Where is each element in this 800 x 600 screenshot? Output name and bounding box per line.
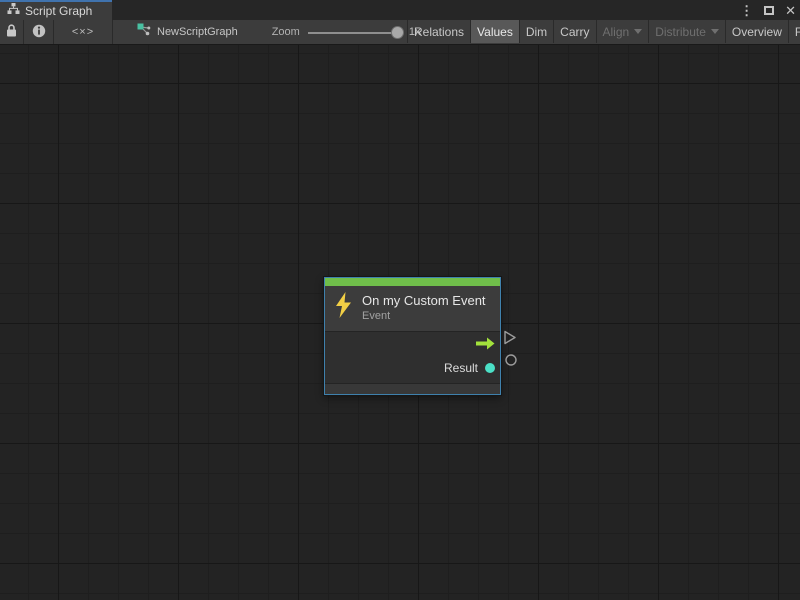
flow-arrow-icon[interactable] — [476, 337, 495, 355]
zoom-slider[interactable] — [308, 20, 404, 45]
tab-script-graph[interactable]: Script Graph — [0, 0, 112, 20]
graph-name-label: NewScriptGraph — [157, 26, 238, 38]
node-body: Result — [325, 331, 500, 383]
window-menu-icon[interactable]: ⋮ — [740, 4, 753, 17]
title-bar: Script Graph ⋮ ✕ — [0, 0, 800, 20]
dropdown-caret-icon — [711, 29, 719, 34]
toolbar-button-align[interactable]: Align — [596, 20, 649, 43]
result-port-dot[interactable] — [485, 363, 495, 373]
node-subtitle: Event — [362, 310, 486, 322]
info-button[interactable] — [24, 20, 53, 44]
graph-hierarchy-icon — [7, 2, 20, 20]
align-label: Align — [603, 25, 630, 39]
script-graph-asset-icon — [137, 23, 151, 41]
external-flow-port-icon[interactable] — [503, 330, 517, 350]
control-flow-output-port-row[interactable] — [325, 335, 500, 357]
node-header[interactable]: On my Custom Event Event — [325, 286, 500, 331]
close-icon[interactable]: ✕ — [785, 4, 796, 17]
zoom-slider-track[interactable] — [308, 32, 396, 34]
toolbar-button-fullscreen[interactable]: Full Screen — [788, 20, 800, 43]
lock-icon — [6, 24, 17, 40]
toolbar-button-distribute[interactable]: Distribute — [648, 20, 725, 43]
script-graph-window: Script Graph ⋮ ✕ — [0, 0, 800, 600]
tab-title: Script Graph — [25, 4, 92, 18]
zoom-slider-handle[interactable] — [391, 26, 404, 39]
graph-breadcrumb[interactable]: NewScriptGraph — [137, 20, 238, 44]
node-on-my-custom-event[interactable]: On my Custom Event Event Result — [324, 277, 501, 395]
result-port-label: Result — [444, 361, 478, 375]
graph-toolbar: <×> NewScriptGraph Zoom 1x Relations Val… — [0, 20, 800, 45]
maximize-icon[interactable] — [764, 6, 774, 15]
external-value-port-icon[interactable] — [504, 353, 518, 372]
toolbar-button-dim[interactable]: Dim — [519, 20, 553, 43]
toolbar-button-overview[interactable]: Overview — [725, 20, 788, 43]
node-footer — [325, 383, 500, 394]
lightning-bolt-icon — [334, 291, 353, 324]
event-color-strip — [325, 278, 500, 286]
lock-button[interactable] — [0, 20, 23, 44]
toolbar-button-carry[interactable]: Carry — [553, 20, 595, 43]
toolbar-button-relations[interactable]: Relations — [407, 20, 470, 43]
toolbar-button-values[interactable]: Values — [470, 20, 519, 43]
value-output-port-row[interactable]: Result — [325, 357, 500, 379]
zoom-label: Zoom — [272, 26, 300, 38]
node-title: On my Custom Event — [362, 293, 486, 308]
info-icon — [32, 24, 46, 41]
dropdown-caret-icon — [634, 29, 642, 34]
distribute-label: Distribute — [655, 25, 706, 39]
code-preview-button[interactable]: <×> — [54, 20, 112, 44]
